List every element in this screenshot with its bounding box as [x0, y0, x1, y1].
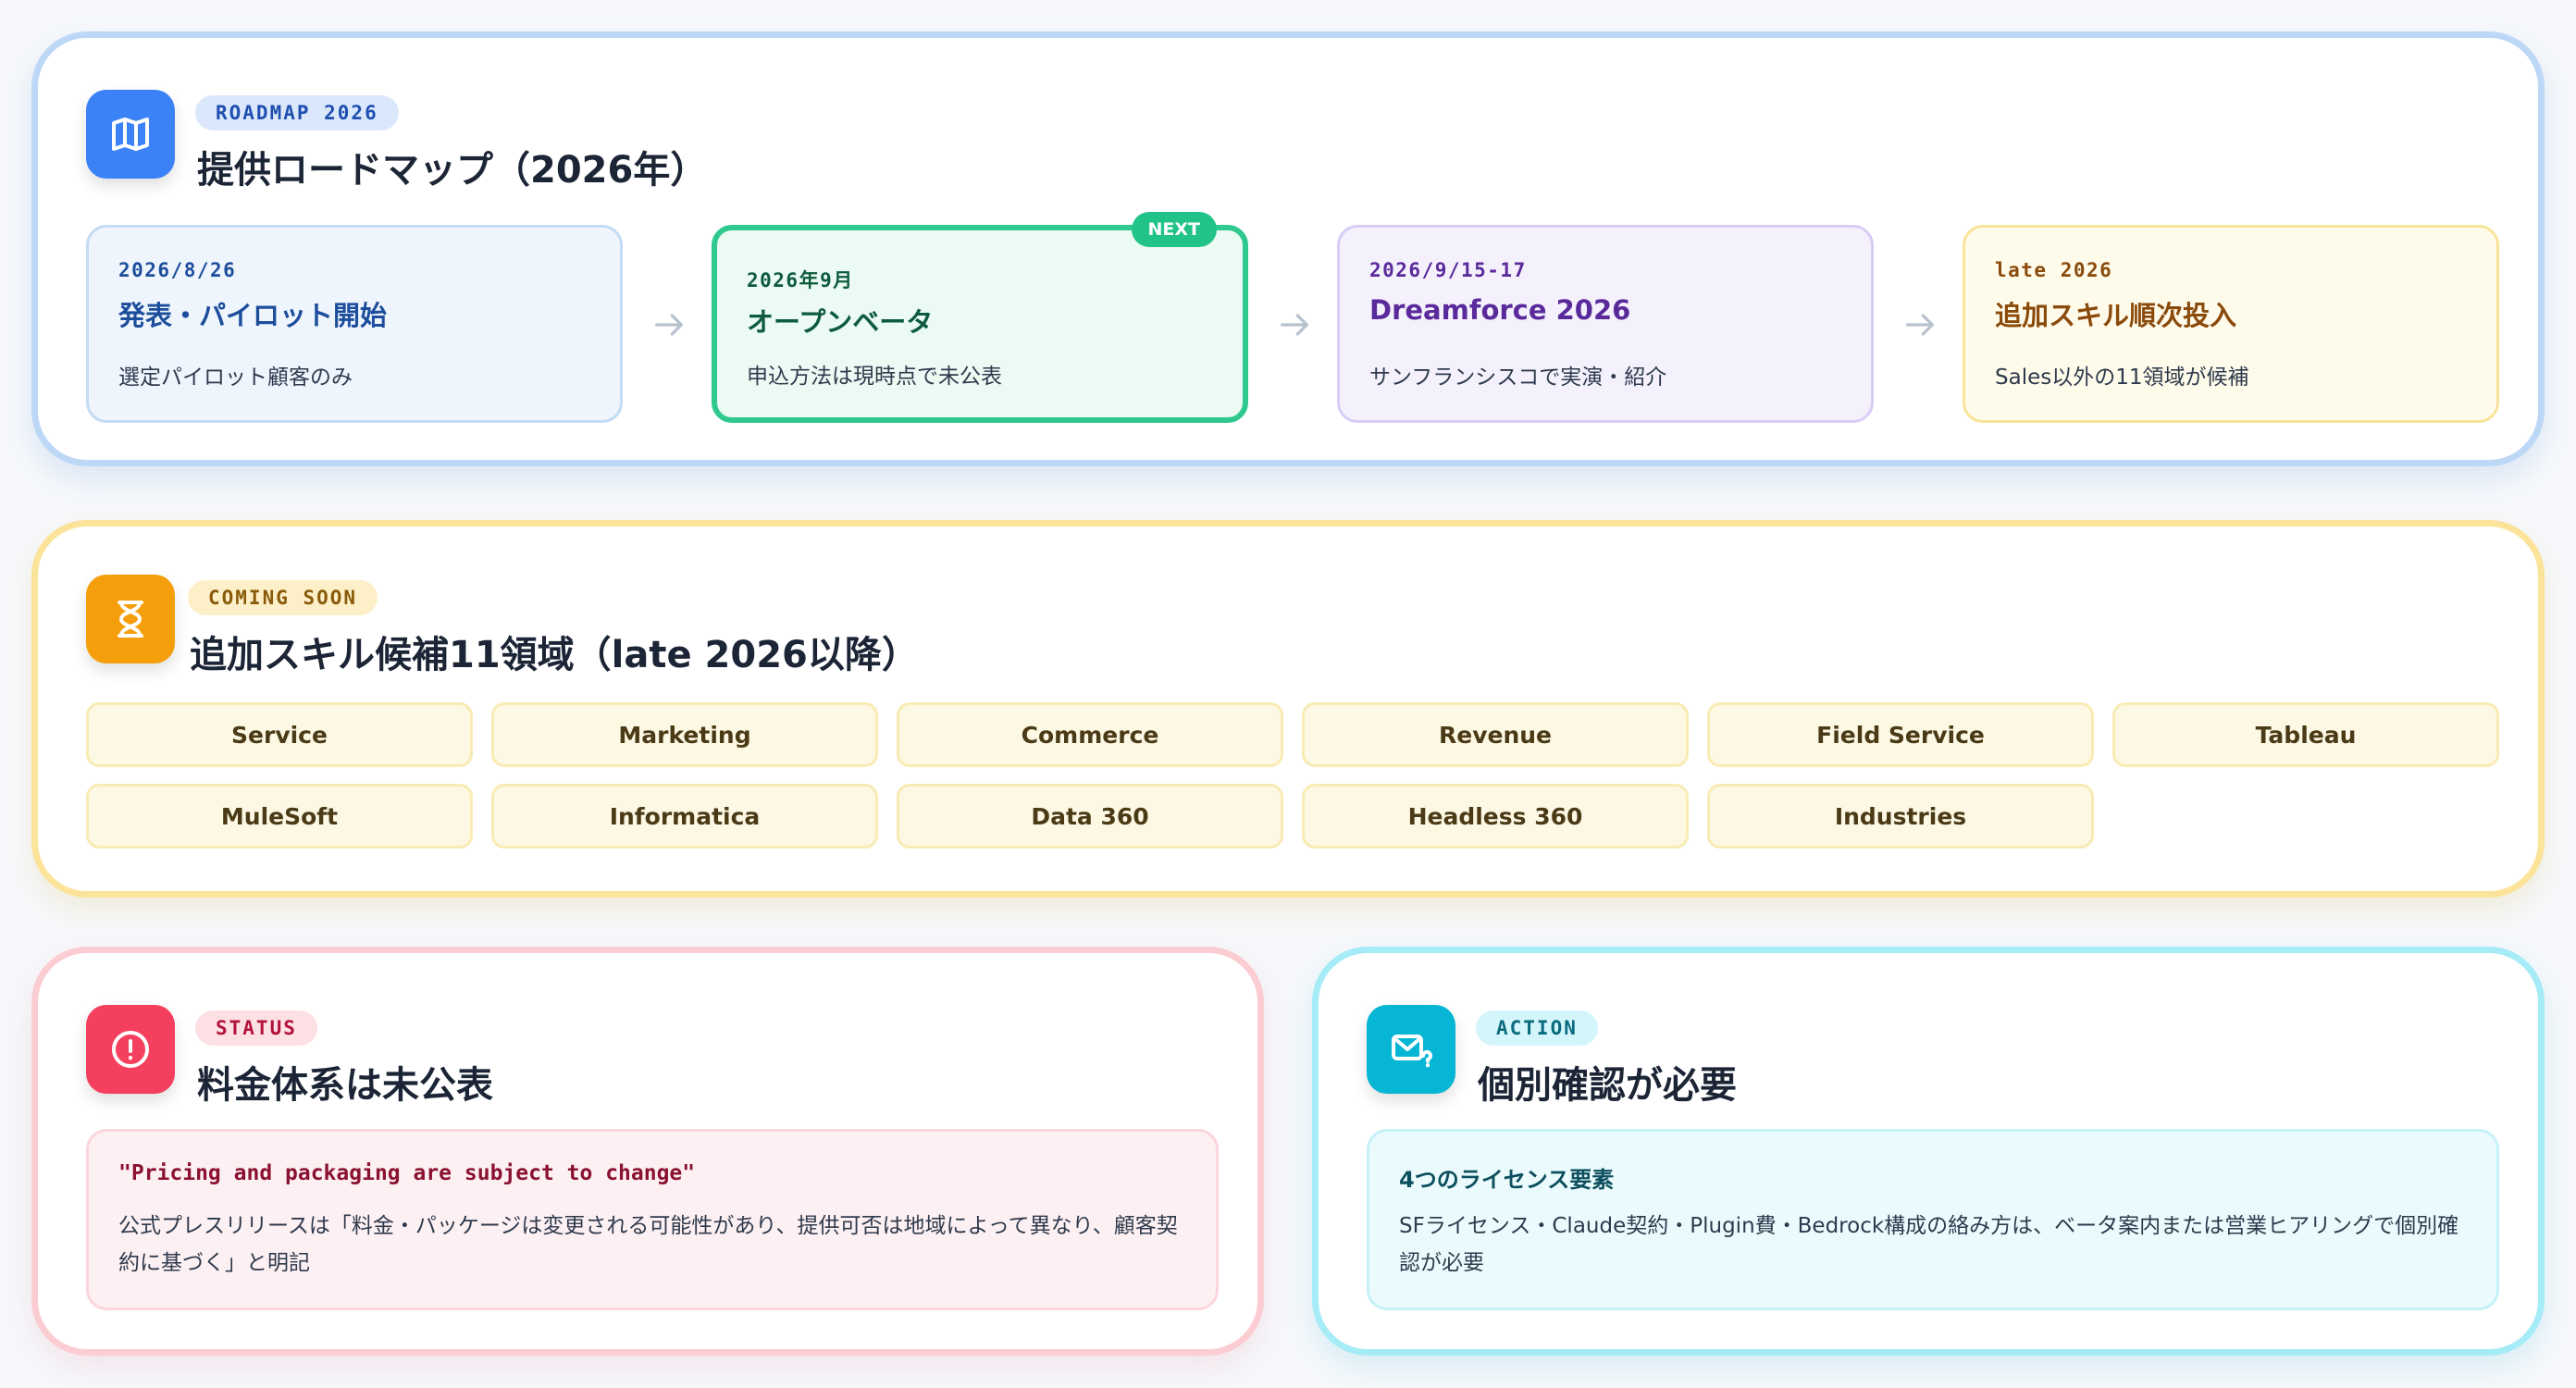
license-heading: 4つのライセンス要素	[1399, 1167, 1615, 1193]
skill-chip: Commerce	[897, 702, 1283, 767]
skill-chip: Industries	[1707, 784, 2094, 849]
coming-soon-badge: COMING SOON	[188, 580, 378, 615]
roadmap-step-skills: late 2026 追加スキル順次投入 Sales以外の11領域が候補	[1963, 225, 2499, 423]
skill-chip: Informatica	[491, 784, 878, 849]
roadmap-card: ROADMAP 2026 提供ロードマップ（2026年） 2026/8/26 発…	[31, 31, 2545, 466]
arrow-right-icon	[655, 314, 683, 336]
skill-chip: MuleSoft	[86, 784, 473, 849]
status-badge: STATUS	[195, 1010, 317, 1046]
pricing-quote: "Pricing and packaging are subject to ch…	[118, 1161, 696, 1185]
skill-chip: Data 360	[897, 784, 1283, 849]
step-desc: 選定パイロット顧客のみ	[118, 366, 353, 390]
step-desc: サンフランシスコで実演・紹介	[1369, 366, 1667, 390]
action-title: 個別確認が必要	[1478, 1064, 1737, 1107]
step-title: Dreamforce 2026	[1369, 294, 1631, 326]
step-title: 追加スキル順次投入	[1995, 300, 2237, 331]
step-date: 2026/8/26	[118, 259, 237, 281]
alert-circle-icon	[86, 1005, 175, 1094]
step-desc: 申込方法は現時点で未公表	[747, 365, 1002, 389]
skill-chip: Tableau	[2112, 702, 2499, 767]
step-date: late 2026	[1995, 259, 2113, 281]
coming-soon-card: COMING SOON 追加スキル候補11領域（late 2026以降） Ser…	[31, 520, 2545, 898]
mail-question-icon	[1367, 1005, 1455, 1094]
step-date: 2026/9/15-17	[1369, 259, 1527, 281]
map-icon	[86, 90, 175, 179]
coming-soon-title: 追加スキル候補11領域（late 2026以降）	[190, 634, 919, 676]
status-body: 公式プレスリリースは「料金・パッケージは変更される可能性があり、提供可否は地域に…	[118, 1214, 1178, 1275]
action-badge: ACTION	[1476, 1010, 1598, 1046]
hourglass-icon	[86, 575, 175, 663]
roadmap-step-pilot: 2026/8/26 発表・パイロット開始 選定パイロット顧客のみ	[86, 225, 623, 423]
skill-chip: Revenue	[1302, 702, 1689, 767]
step-desc: Sales以外の11領域が候補	[1995, 366, 2249, 390]
step-title: オープンベータ	[747, 306, 934, 338]
skill-chip: Service	[86, 702, 473, 767]
action-body: SFライセンス・Claude契約・Plugin費・Bedrock構成の絡み方は、…	[1399, 1214, 2459, 1275]
next-badge: NEXT	[1131, 212, 1217, 247]
arrow-right-icon	[1906, 314, 1934, 336]
action-card: ACTION 個別確認が必要 4つのライセンス要素 SFライセンス・Claude…	[1312, 947, 2545, 1356]
arrow-right-icon	[1281, 314, 1308, 336]
step-title: 発表・パイロット開始	[118, 300, 388, 331]
skill-chip: Headless 360	[1302, 784, 1689, 849]
step-date: 2026年9月	[747, 269, 854, 291]
roadmap-badge: ROADMAP 2026	[195, 95, 399, 130]
roadmap-step-dreamforce: 2026/9/15-17 Dreamforce 2026 サンフランシスコで実演…	[1337, 225, 1874, 423]
roadmap-step-beta: NEXT 2026年9月 オープンベータ 申込方法は現時点で未公表	[712, 212, 1248, 423]
status-card: STATUS 料金体系は未公表 "Pricing and packaging a…	[31, 947, 1264, 1356]
status-title: 料金体系は未公表	[197, 1064, 493, 1107]
roadmap-title: 提供ロードマップ（2026年）	[197, 149, 708, 192]
skill-chip: Field Service	[1707, 702, 2094, 767]
skill-chip: Marketing	[491, 702, 878, 767]
status-note: "Pricing and packaging are subject to ch…	[86, 1129, 1219, 1310]
action-note: 4つのライセンス要素 SFライセンス・Claude契約・Plugin費・Bedr…	[1367, 1129, 2499, 1310]
